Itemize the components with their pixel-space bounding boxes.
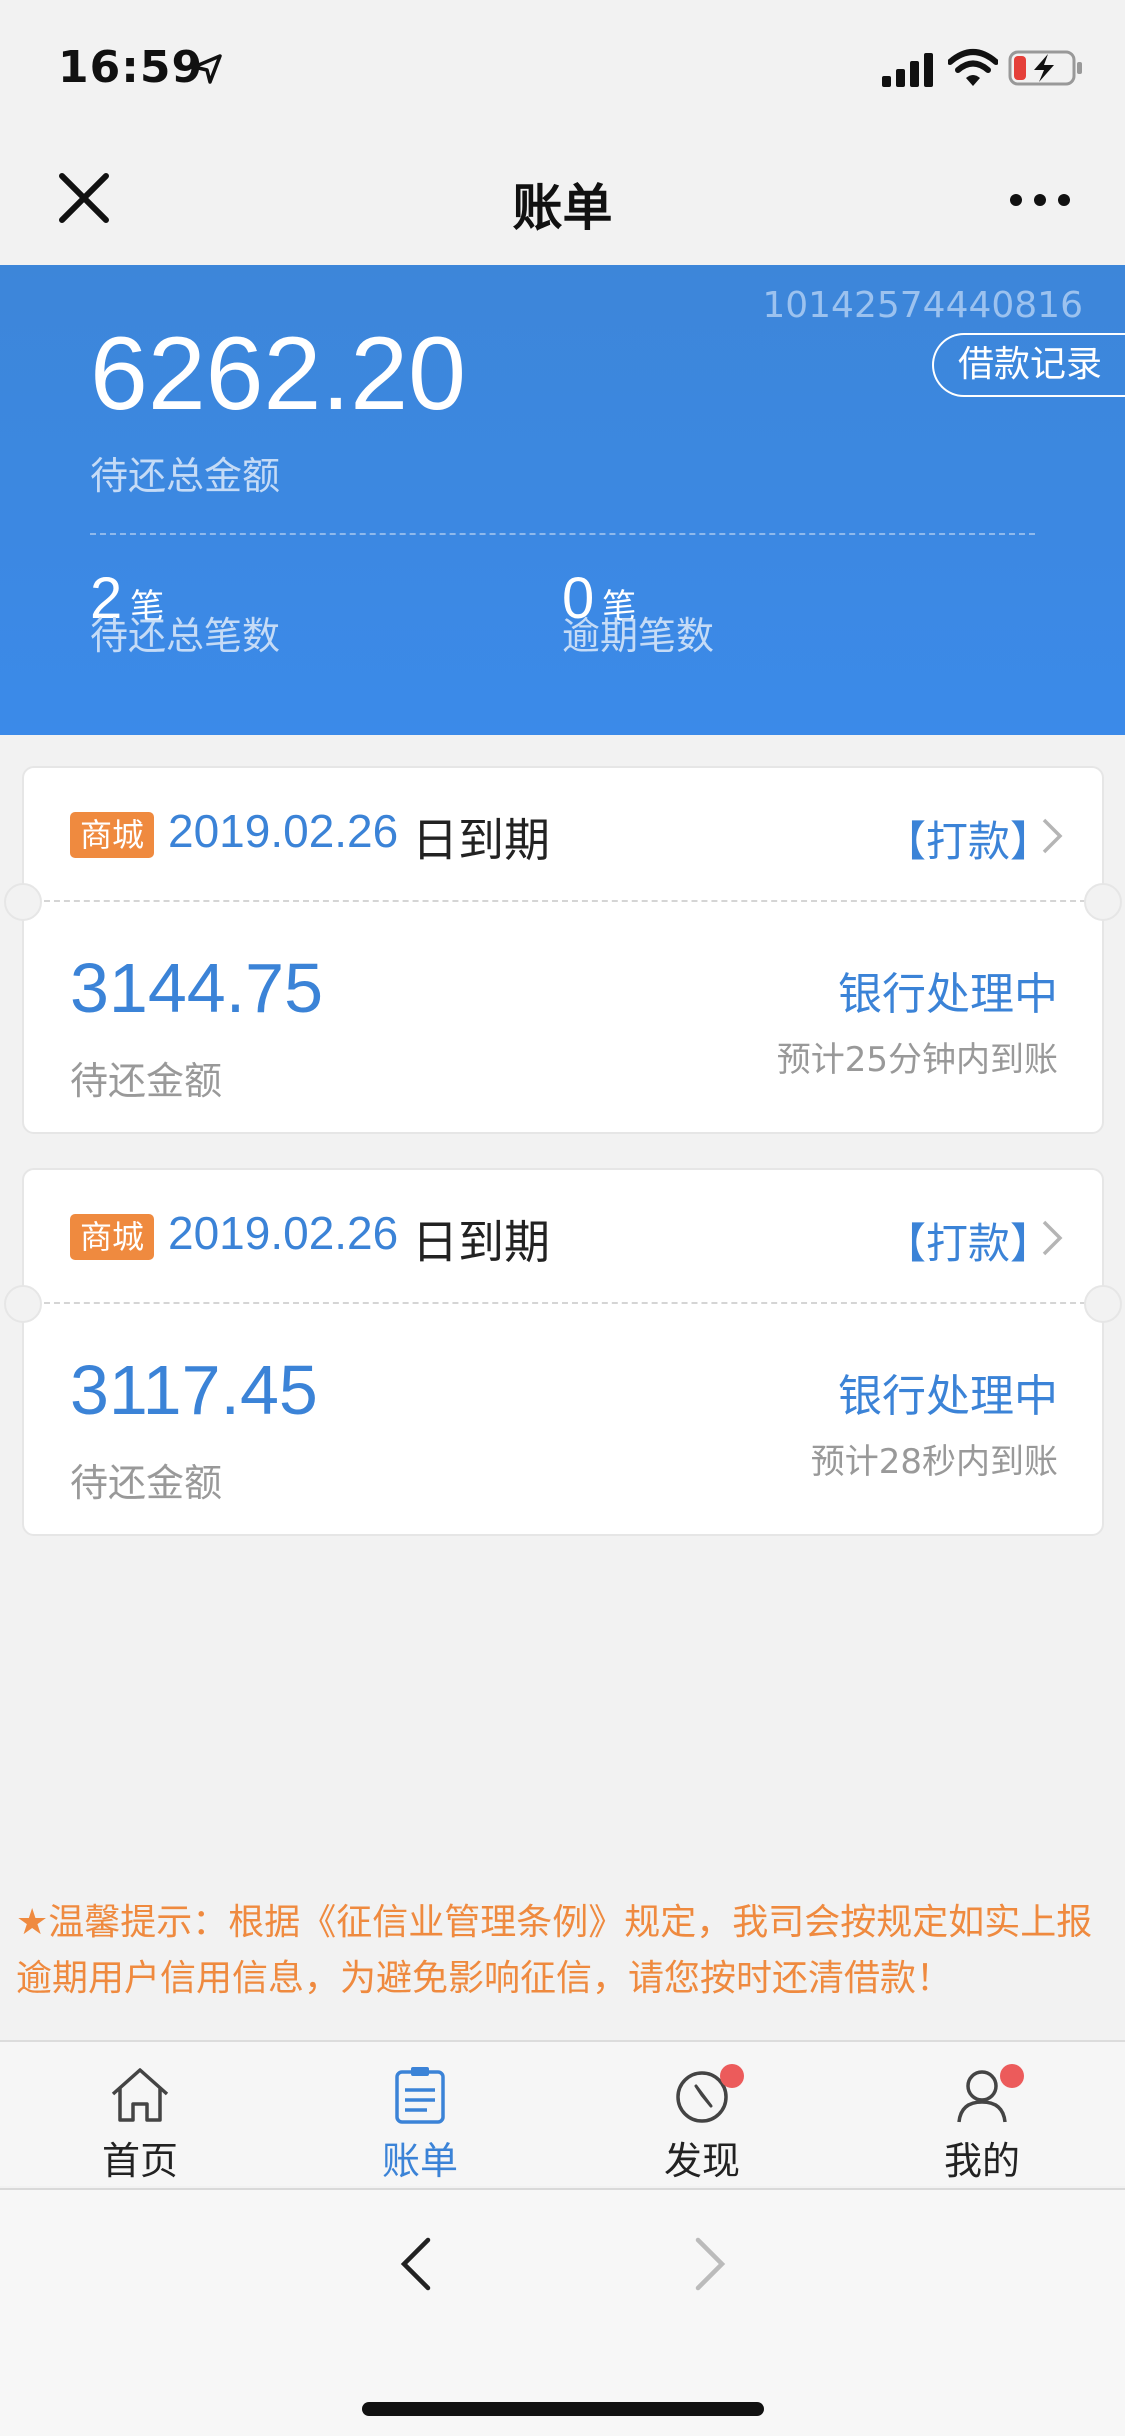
tab-bill-label: 账单 [381,2139,458,2183]
tab-discover-label: 发现 [663,2139,740,2183]
bill-icon [395,2067,445,2124]
bill-status: 银行处理中 [838,1371,1058,1422]
bill-card[interactable]: 商城 2019.02.26 日到期 【打款】 3144.75 待还金额 银行处理… [4,766,1122,1134]
tab-mine[interactable]: 我的 [882,2064,1082,2185]
nav-bar: 账单 [0,140,1125,265]
card-divider [44,900,1086,902]
due-suffix: 日到期 [412,1215,550,1269]
bill-amount-label: 待还金额 [70,1059,223,1103]
chevron-right-icon[interactable] [1040,1218,1066,1258]
back-arrow-icon[interactable] [396,2234,436,2294]
browser-bar [0,2188,1125,2436]
due-date: 2019.02.26 [168,1207,399,1259]
forward-arrow-icon[interactable] [690,2234,730,2294]
tab-home[interactable]: 首页 [40,2064,240,2185]
bill-card[interactable]: 商城 2019.02.26 日到期 【打款】 3117.45 待还金额 银行处理… [4,1168,1122,1536]
pending-count-label: 待还总笔数 [90,614,281,658]
mine-badge [1000,2064,1024,2088]
tab-mine-label: 我的 [943,2139,1020,2183]
total-amount: 6262.20 [90,316,466,432]
due-suffix: 日到期 [412,813,550,867]
chevron-right-icon[interactable] [1040,816,1066,856]
overdue-count-label: 逾期笔数 [562,614,715,658]
bill-amount: 3144.75 [70,949,324,1027]
home-icon [111,2068,169,2122]
location-arrow-icon [192,54,222,84]
discover-badge [720,2064,744,2088]
due-date: 2019.02.26 [168,805,399,857]
summary-card: 10142574440816 借款记录 6262.20 待还总金额 2笔 待还总… [0,265,1125,735]
battery-icon [1008,50,1082,86]
card-divider [44,1302,1086,1304]
tab-bar: 首页 账单 发现 我的 [0,2040,1125,2186]
pay-link[interactable]: 【打款】 [884,808,1052,869]
bill-eta: 预计28秒内到账 [810,1442,1058,1482]
bill-eta: 预计25分钟内到账 [776,1040,1058,1080]
pay-link[interactable]: 【打款】 [884,1210,1052,1271]
bill-status: 银行处理中 [838,969,1058,1020]
account-id: 10142574440816 [762,285,1083,326]
tab-bill[interactable]: 账单 [320,2064,520,2185]
tab-home-label: 首页 [101,2139,178,2183]
status-bar: 16:59 [0,0,1125,140]
home-indicator [362,2402,764,2416]
bill-amount-label: 待还金额 [70,1461,223,1505]
mall-tag: 商城 [70,812,155,858]
wifi-icon [948,49,998,86]
loan-record-button[interactable]: 借款记录 [932,333,1125,397]
summary-divider [90,533,1035,535]
total-amount-label: 待还总金额 [90,454,281,498]
mall-tag: 商城 [70,1214,155,1260]
cellular-signal-icon [882,53,933,87]
status-time: 16:59 [58,42,204,93]
warm-tip: ★温馨提示：根据《征信业管理条例》规定，我司会按规定如实上报逾期用户信用信息，为… [16,1902,1093,1999]
tab-discover[interactable]: 发现 [602,2064,802,2185]
page-title: 账单 [512,179,613,237]
more-options-icon[interactable] [1008,190,1072,210]
bill-amount: 3117.45 [70,1351,318,1429]
